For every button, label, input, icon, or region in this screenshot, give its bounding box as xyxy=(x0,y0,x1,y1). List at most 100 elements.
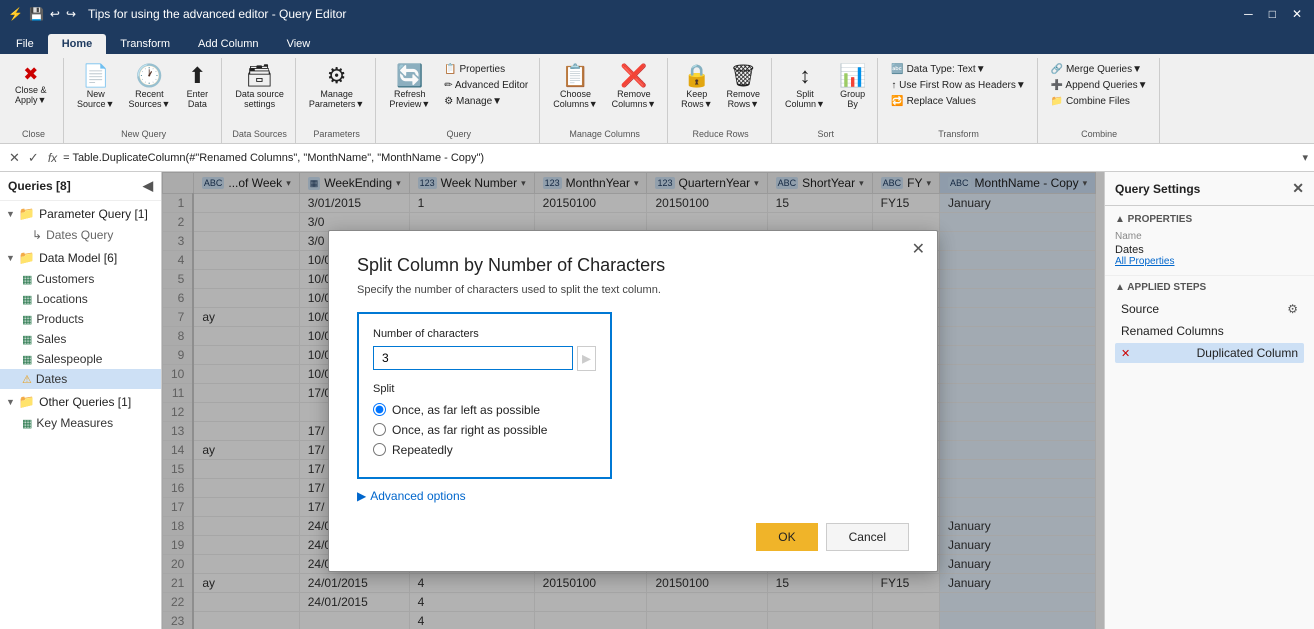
step-duplicated-column[interactable]: ✕ Duplicated Column xyxy=(1115,343,1304,363)
ribbon-group-transform: 🔤 Data Type: Text▼ ↑ Use First Row as He… xyxy=(880,58,1037,143)
query-item-salespeople[interactable]: ▦ Salespeople xyxy=(0,349,161,369)
num-chars-spinner[interactable]: ▸ xyxy=(577,346,596,371)
ribbon-group-parameters: ⚙ ManageParameters▼ Parameters xyxy=(298,58,376,143)
data-source-settings-btn[interactable]: 🗃 Data sourcesettings xyxy=(230,62,289,112)
minimize-btn[interactable]: ─ xyxy=(1240,7,1257,21)
maximize-btn[interactable]: □ xyxy=(1265,7,1280,21)
tab-home[interactable]: Home xyxy=(48,34,107,54)
query-label-sales: Sales xyxy=(36,332,66,346)
query-item-locations[interactable]: ▦ Locations xyxy=(0,289,161,309)
merge-queries-btn[interactable]: 🔗 Merge Queries▼ xyxy=(1046,62,1153,77)
query-item-key-measures[interactable]: ▦ Key Measures xyxy=(0,413,161,433)
folder-icon2: 📁 xyxy=(19,250,35,266)
modal-close-btn[interactable]: ✕ xyxy=(912,239,925,259)
close-apply-btn[interactable]: ✖ Close &Apply▼ xyxy=(10,62,52,108)
remove-columns-icon: ❌ xyxy=(620,65,647,87)
ok-button[interactable]: OK xyxy=(756,523,817,551)
query-label-locations: Locations xyxy=(36,292,87,306)
query-group-header-parameter[interactable]: ▼ 📁 Parameter Query [1] xyxy=(0,203,161,225)
keep-rows-btn[interactable]: 🔒 KeepRows▼ xyxy=(676,62,717,112)
use-first-row-btn[interactable]: ↑ Use First Row as Headers▼ xyxy=(886,78,1030,93)
queries-collapse-btn[interactable]: ◀ xyxy=(143,178,153,194)
query-item-sales[interactable]: ▦ Sales xyxy=(0,329,161,349)
split-column-btn[interactable]: ↕ SplitColumn▼ xyxy=(780,62,830,112)
settings-header: Query Settings ✕ xyxy=(1105,172,1314,206)
query-group-other: ▼ 📁 Other Queries [1] ▦ Key Measures xyxy=(0,391,161,433)
group-label-data-model: Data Model [6] xyxy=(39,251,117,265)
all-properties-link[interactable]: All Properties xyxy=(1115,256,1304,267)
formula-input[interactable] xyxy=(63,152,1296,164)
recent-sources-btn[interactable]: 🕐 RecentSources▼ xyxy=(123,62,175,112)
combine-files-btn[interactable]: 📁 Combine Files xyxy=(1046,94,1153,109)
formula-dropdown[interactable]: ▾ xyxy=(1302,151,1308,164)
remove-rows-btn[interactable]: 🗑 RemoveRows▼ xyxy=(722,62,766,112)
query-group-data-model: ▼ 📁 Data Model [6] ▦ Customers ▦ Locatio… xyxy=(0,247,161,389)
query-label-dates-query: Dates Query xyxy=(46,228,113,242)
expand-arrow2: ▼ xyxy=(6,253,15,263)
table-icon-products: ▦ xyxy=(22,313,32,326)
remove-columns-btn[interactable]: ❌ RemoveColumns▼ xyxy=(607,62,661,112)
radio-right[interactable] xyxy=(373,423,386,436)
manage-parameters-btn[interactable]: ⚙ ManageParameters▼ xyxy=(304,62,369,112)
query-item-dates-query[interactable]: ↳ Dates Query xyxy=(0,225,161,245)
window-title: Tips for using the advanced editor - Que… xyxy=(88,7,346,21)
group-label-parameters: Parameters xyxy=(304,129,369,141)
tab-add-column[interactable]: Add Column xyxy=(184,34,273,54)
save-icon[interactable]: 💾 xyxy=(29,7,44,21)
formula-reject-btn[interactable]: ✕ xyxy=(6,150,23,166)
applied-steps-section: ▲ APPLIED STEPS Source ⚙ Renamed Columns… xyxy=(1105,276,1314,371)
query-group-header-data-model[interactable]: ▼ 📁 Data Model [6] xyxy=(0,247,161,269)
query-label-key-measures: Key Measures xyxy=(36,416,113,430)
modal-description: Specify the number of characters used to… xyxy=(357,284,909,296)
choose-columns-btn[interactable]: 📋 ChooseColumns▼ xyxy=(548,62,602,112)
num-chars-input[interactable] xyxy=(373,346,573,370)
tab-file[interactable]: File xyxy=(2,34,48,54)
refresh-preview-btn[interactable]: 🔄 RefreshPreview▼ xyxy=(384,62,435,112)
close-icon: ✖ xyxy=(23,65,38,83)
step-source-gear[interactable]: ⚙ xyxy=(1287,302,1298,316)
query-item-dates[interactable]: ⚠ Dates xyxy=(0,369,161,389)
undo-icon[interactable]: ↩ xyxy=(50,7,60,21)
radio-left[interactable] xyxy=(373,403,386,416)
radio-repeatedly[interactable] xyxy=(373,443,386,456)
properties-btn[interactable]: 📋 Properties xyxy=(439,62,533,77)
ribbon-tabs: File Home Transform Add Column View xyxy=(0,28,1314,54)
replace-values-btn[interactable]: 🔁 Replace Values xyxy=(886,94,1030,109)
group-label-new-query: New Query xyxy=(72,129,215,141)
folder-icon3: 📁 xyxy=(19,394,35,410)
sub-icon: ↳ xyxy=(32,228,42,242)
settings-title: Query Settings xyxy=(1115,182,1200,196)
formula-bar: ✕ ✓ fx ▾ xyxy=(0,144,1314,172)
redo-icon[interactable]: ↪ xyxy=(66,7,76,21)
ribbon-group-reduce-rows: 🔒 KeepRows▼ 🗑 RemoveRows▼ Reduce Rows xyxy=(670,58,772,143)
settings-close-btn[interactable]: ✕ xyxy=(1292,180,1304,197)
new-source-btn[interactable]: 📄 NewSource▼ xyxy=(72,62,119,112)
step-renamed-columns[interactable]: Renamed Columns xyxy=(1115,321,1304,341)
cancel-button[interactable]: Cancel xyxy=(826,523,909,551)
modal-title: Split Column by Number of Characters xyxy=(357,255,909,276)
group-by-btn[interactable]: 📊 GroupBy xyxy=(834,62,871,112)
step-source[interactable]: Source ⚙ xyxy=(1115,299,1304,319)
close-btn[interactable]: ✕ xyxy=(1288,7,1306,21)
tab-view[interactable]: View xyxy=(273,34,325,54)
window-controls: ─ □ ✕ xyxy=(1240,7,1306,21)
step-duplicated-column-x[interactable]: ✕ xyxy=(1121,347,1130,360)
query-group-header-other[interactable]: ▼ 📁 Other Queries [1] xyxy=(0,391,161,413)
tab-transform[interactable]: Transform xyxy=(106,34,184,54)
settings-panel: Query Settings ✕ ▲ PROPERTIES Name Dates… xyxy=(1104,172,1314,629)
manage-btn[interactable]: ⚙ Manage▼ xyxy=(439,94,533,109)
append-queries-btn[interactable]: ➕ Append Queries▼ xyxy=(1046,78,1153,93)
advanced-options-link[interactable]: ▶ Advanced options xyxy=(357,489,909,503)
step-duplicated-column-label: Duplicated Column xyxy=(1197,346,1298,360)
choose-columns-icon: 📋 xyxy=(562,65,589,87)
formula-accept-btn[interactable]: ✓ xyxy=(25,150,42,166)
group-label-other: Other Queries [1] xyxy=(39,395,131,409)
group-label-close: Close xyxy=(10,129,57,141)
ribbon-group-combine: 🔗 Merge Queries▼ ➕ Append Queries▼ 📁 Com… xyxy=(1040,58,1160,143)
enter-data-btn[interactable]: ⬆ EnterData xyxy=(179,62,215,112)
group-label-query: Query xyxy=(384,129,533,141)
data-type-btn[interactable]: 🔤 Data Type: Text▼ xyxy=(886,62,1030,77)
query-item-customers[interactable]: ▦ Customers xyxy=(0,269,161,289)
advanced-editor-btn[interactable]: ✏ Advanced Editor xyxy=(439,78,533,93)
query-item-products[interactable]: ▦ Products xyxy=(0,309,161,329)
